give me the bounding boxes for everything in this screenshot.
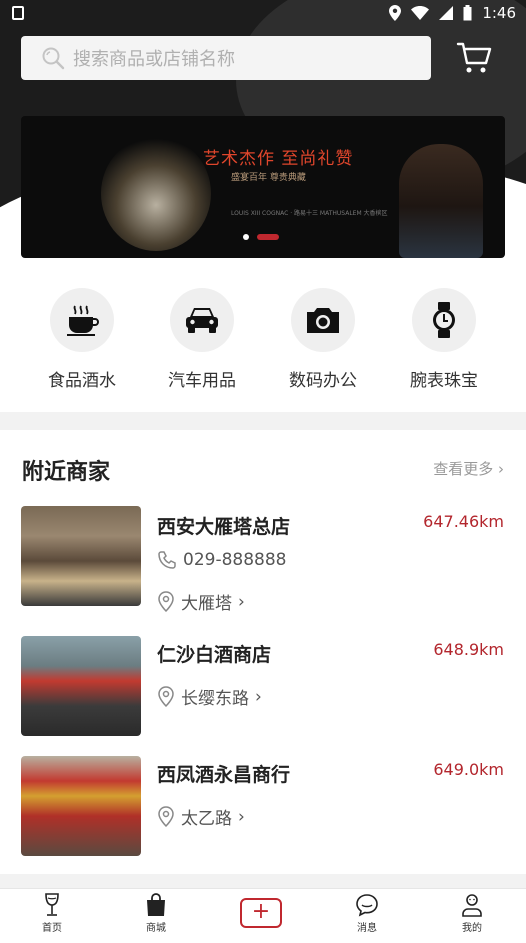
phone-icon <box>158 551 176 569</box>
category-icon-circle <box>50 288 114 352</box>
shop-distance: 647.46km <box>423 512 504 531</box>
chevron-right-icon: › <box>238 591 245 612</box>
chat-bubble-icon <box>356 894 378 917</box>
tab-mall-label: 商城 <box>146 923 166 934</box>
shop-name: 西凤酒永昌商行 <box>157 764 291 786</box>
category-food-drinks[interactable]: 食品酒水 <box>32 288 132 391</box>
chevron-right-icon: › <box>238 806 245 827</box>
promo-banner[interactable]: 艺术杰作 至尚礼赞 盛宴百年 尊贵典藏 LOUIS XIII COGNAC · … <box>21 116 505 258</box>
tab-mine-label: 我的 <box>462 923 482 934</box>
tab-home[interactable]: 首页 <box>22 893 82 934</box>
battery-icon <box>463 5 472 21</box>
banner-pagination <box>243 234 279 240</box>
shop-address[interactable]: 大雁塔 › <box>157 589 245 614</box>
pagination-dot-active[interactable] <box>257 234 279 240</box>
coffee-cup-icon <box>67 305 99 336</box>
shop-card[interactable]: 仁沙白酒商店 648.9km 长缨东路 › <box>0 636 526 736</box>
search-icon <box>42 47 65 70</box>
cognac-bottle-image <box>101 136 211 251</box>
add-button[interactable]: + <box>240 898 282 928</box>
shopping-bag-icon <box>147 893 165 916</box>
category-icon-circle <box>412 288 476 352</box>
category-label: 腕表珠宝 <box>410 371 478 391</box>
banner-fineprint: LOUIS XIII COGNAC · 路易十三 MATHUSALEM 大香槟区 <box>231 210 388 217</box>
shop-distance: 649.0km <box>433 760 504 779</box>
search-bar[interactable]: 搜索商品或店铺名称 <box>21 36 431 80</box>
category-grid: 食品酒水 汽车用品 数码办公 腕表珠宝 <box>0 270 526 412</box>
signal-icon <box>439 6 454 20</box>
camera-icon <box>307 308 339 333</box>
view-more-label: 查看更多 <box>433 460 494 478</box>
location-pin-icon <box>158 685 174 707</box>
shop-thumbnail <box>21 636 141 736</box>
wine-glass-icon <box>45 893 59 916</box>
shop-address[interactable]: 长缨东路 › <box>157 684 262 709</box>
shop-thumbnail <box>21 506 141 606</box>
category-icon-circle <box>170 288 234 352</box>
category-icon-circle <box>291 288 355 352</box>
category-label: 汽车用品 <box>168 371 236 391</box>
shop-name: 仁沙白酒商店 <box>157 644 272 666</box>
car-icon <box>186 308 218 333</box>
section-title: 附近商家 <box>22 460 111 485</box>
status-time: 1:46 <box>482 4 516 22</box>
shop-name: 西安大雁塔总店 <box>157 516 291 538</box>
tab-mine[interactable]: 我的 <box>442 893 502 934</box>
view-more-link[interactable]: 查看更多 › <box>433 458 504 479</box>
category-digital-office[interactable]: 数码办公 <box>273 288 373 391</box>
location-icon <box>389 5 402 21</box>
chevron-right-icon: › <box>498 460 504 478</box>
pagination-dot[interactable] <box>243 234 249 240</box>
category-car-supplies[interactable]: 汽车用品 <box>152 288 252 391</box>
category-watch-jewelry[interactable]: 腕表珠宝 <box>394 288 494 391</box>
shop-distance: 648.9km <box>433 640 504 659</box>
category-label: 食品酒水 <box>48 371 116 391</box>
tab-mall[interactable]: 商城 <box>126 893 186 934</box>
user-icon <box>462 894 482 917</box>
location-pin-icon <box>158 805 174 827</box>
shop-address[interactable]: 太乙路 › <box>157 804 245 829</box>
wifi-icon <box>411 6 430 20</box>
watch-icon <box>433 302 455 338</box>
bottom-tab-bar: 首页 商城 + 消息 我的 <box>0 888 526 943</box>
nearby-shops-section: 附近商家 查看更多 › 西安大雁塔总店 647.46km 029-888888 … <box>0 430 526 874</box>
cart-icon[interactable] <box>456 40 492 76</box>
shop-card[interactable]: 西安大雁塔总店 647.46km 029-888888 大雁塔 › <box>0 506 526 614</box>
tab-messages[interactable]: 消息 <box>337 893 397 934</box>
shop-address-text: 大雁塔 <box>181 594 232 614</box>
model-image <box>399 144 483 258</box>
shop-address-text: 太乙路 <box>181 809 232 829</box>
shop-address-text: 长缨东路 <box>181 689 249 709</box>
banner-subline: 盛宴百年 尊贵典藏 <box>231 173 306 183</box>
shop-card[interactable]: 西凤酒永昌商行 649.0km 太乙路 › <box>0 756 526 856</box>
tab-home-label: 首页 <box>42 923 62 934</box>
shop-thumbnail <box>21 756 141 856</box>
location-pin-icon <box>158 590 174 612</box>
shop-phone[interactable]: 029-888888 <box>157 550 286 570</box>
status-bar: 1:46 <box>0 0 526 28</box>
chevron-right-icon: › <box>255 686 262 707</box>
search-placeholder: 搜索商品或店铺名称 <box>73 49 235 70</box>
sim-icon <box>12 6 24 20</box>
shop-phone-text: 029-888888 <box>183 550 287 570</box>
banner-headline: 艺术杰作 至尚礼赞 <box>203 149 354 169</box>
category-label: 数码办公 <box>289 371 357 391</box>
tab-messages-label: 消息 <box>357 923 377 934</box>
